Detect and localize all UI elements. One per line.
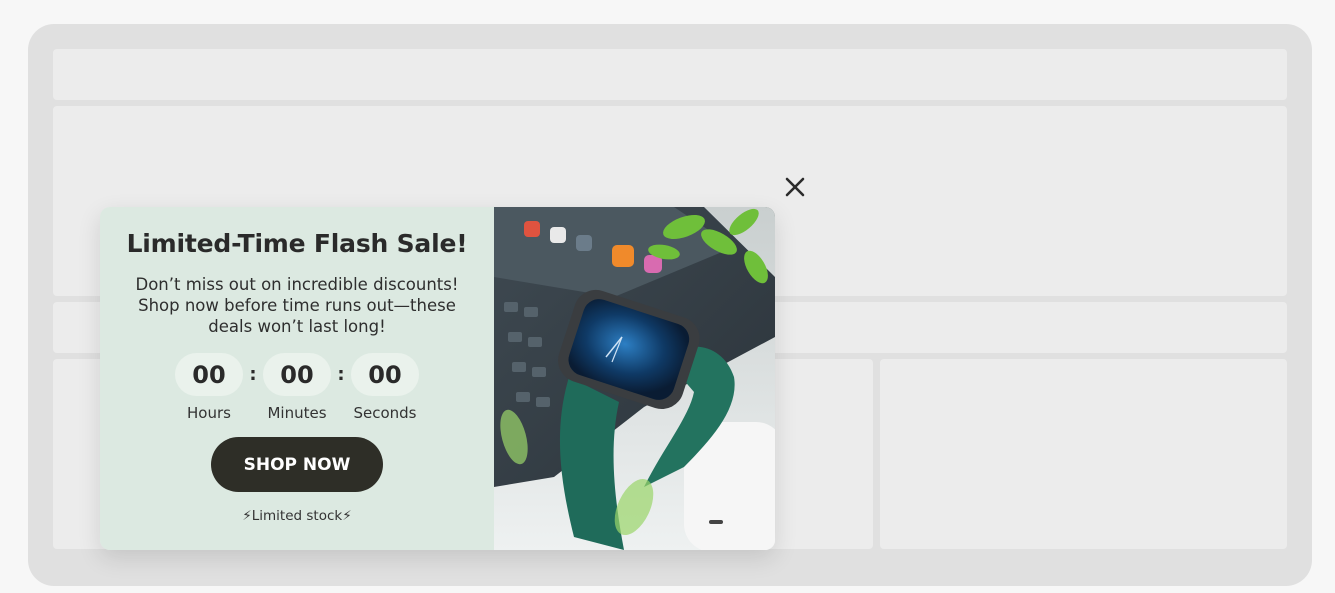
countdown-minutes: 00 Minutes	[262, 353, 332, 422]
countdown-seconds-label: Seconds	[353, 404, 417, 422]
close-icon	[785, 177, 805, 197]
countdown-minutes-label: Minutes	[267, 404, 327, 422]
popup-description: Don’t miss out on incredible discounts! …	[135, 275, 459, 336]
popup-title: Limited-Time Flash Sale!	[126, 229, 468, 258]
skeleton-card-right	[880, 359, 1287, 549]
countdown-minutes-value: 00	[263, 353, 331, 396]
countdown-hours-label: Hours	[187, 404, 231, 422]
countdown-timer: 00 Hours : 00 Minutes : 00 Seconds	[100, 353, 494, 422]
skeleton-header-bar	[53, 49, 1287, 100]
smartwatch-product-photo	[494, 207, 775, 550]
close-popup-button[interactable]	[781, 173, 809, 201]
shop-now-button[interactable]: SHOP NOW	[211, 437, 383, 492]
product-image	[494, 207, 775, 550]
countdown-seconds: 00 Seconds	[350, 353, 420, 422]
countdown-separator: :	[249, 364, 257, 385]
countdown-hours: 00 Hours	[174, 353, 244, 422]
flash-sale-popup: Limited-Time Flash Sale! Don’t miss out …	[100, 207, 775, 550]
limited-stock-note: ⚡Limited stock⚡	[242, 508, 352, 524]
countdown-separator: :	[337, 364, 345, 385]
countdown-hours-value: 00	[175, 353, 243, 396]
popup-content-panel: Limited-Time Flash Sale! Don’t miss out …	[100, 207, 494, 550]
countdown-seconds-value: 00	[351, 353, 419, 396]
